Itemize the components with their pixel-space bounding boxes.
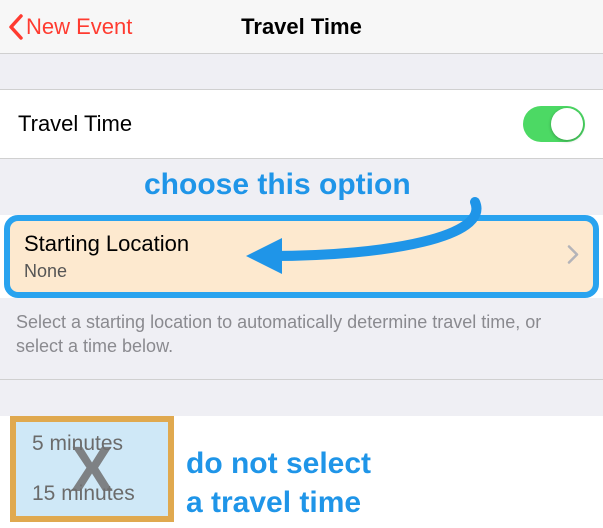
annotation-line1: do not select — [186, 444, 371, 483]
chevron-left-icon — [8, 14, 24, 40]
time-option-15[interactable]: 15 minutes — [32, 482, 160, 506]
nav-bar: New Event Travel Time — [0, 0, 603, 54]
travel-time-switch[interactable] — [523, 106, 585, 142]
back-button[interactable]: New Event — [8, 14, 132, 40]
page-title: Travel Time — [241, 14, 362, 40]
starting-location-value: None — [24, 261, 579, 282]
starting-location-title: Starting Location — [24, 231, 579, 257]
time-options-box: 5 minutes 15 minutes X — [10, 416, 174, 522]
back-label: New Event — [26, 14, 132, 40]
travel-time-label: Travel Time — [18, 111, 132, 137]
starting-location-row[interactable]: Starting Location None — [4, 215, 599, 298]
section-gap — [0, 380, 603, 416]
section-gap — [0, 54, 603, 90]
time-option-5[interactable]: 5 minutes — [32, 432, 160, 456]
annotation-choose: choose this option — [144, 168, 411, 202]
annotation-do-not-select: do not select a travel time — [186, 444, 371, 522]
travel-time-row: Travel Time — [0, 90, 603, 159]
annotation-line2: a travel time — [186, 483, 371, 522]
chevron-right-icon — [567, 244, 579, 269]
description-text: Select a starting location to automatica… — [0, 298, 603, 380]
